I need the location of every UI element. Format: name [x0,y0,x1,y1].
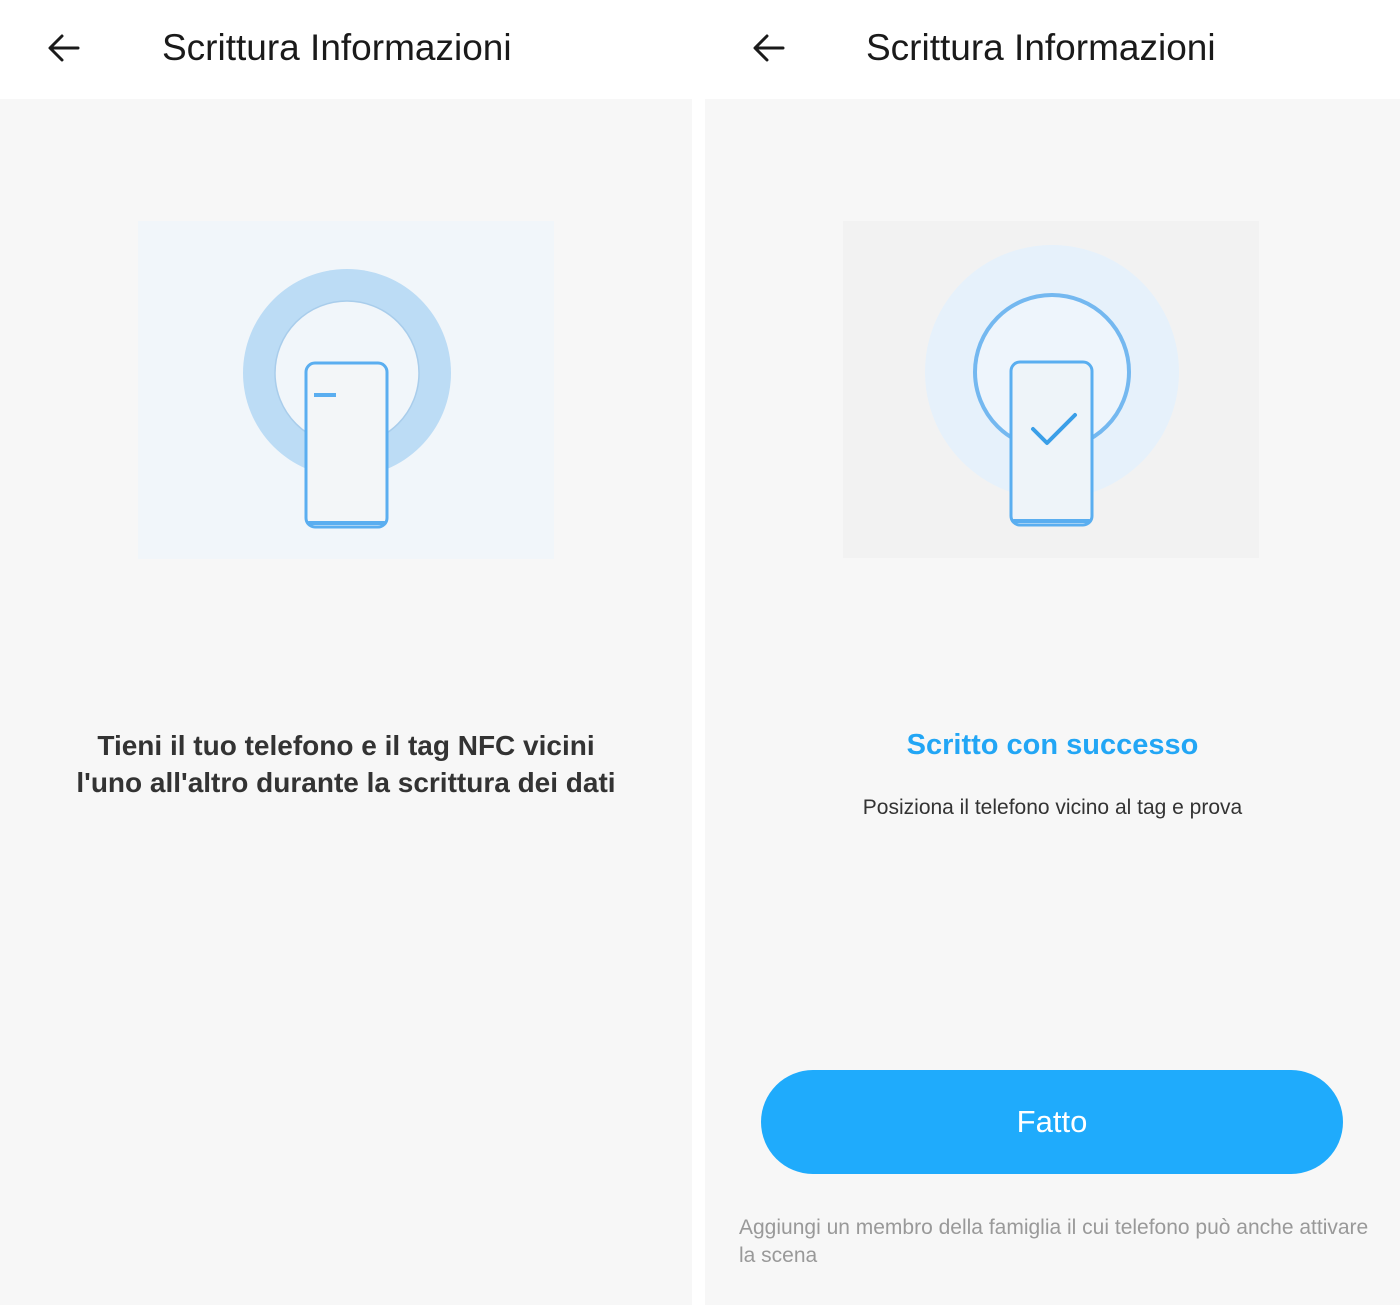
instruction-text: Tieni il tuo telefono e il tag NFC vicin… [76,730,616,798]
success-subtitle: Posiziona il telefono vicino al tag e pr… [862,796,1243,819]
content-area: Tieni il tuo telefono e il tag NFC vicin… [0,99,692,1305]
writing-screen: Scrittura Informazioni Tieni il tuo tele… [0,0,692,1305]
app-bar: Scrittura Informazioni [0,0,692,99]
back-button[interactable] [40,24,88,72]
app-bar: Scrittura Informazioni [705,0,1400,99]
page-title: Scrittura Informazioni [866,27,1216,68]
phone-icon [304,361,389,529]
success-title: Scritto con successo [906,729,1199,761]
nfc-writing-illustration [138,221,554,559]
arrow-left-icon [753,34,785,62]
success-screen: Scrittura Informazioni Scritto con succe… [705,0,1400,1305]
back-button[interactable] [745,24,793,72]
arrow-left-icon [48,34,80,62]
content-area: Scritto con successo Posiziona il telefo… [705,99,1400,1305]
done-button[interactable]: Fatto [761,1070,1343,1174]
nfc-success-illustration [843,221,1259,558]
family-member-hint: Aggiungi un membro della famiglia il cui… [739,1216,1369,1267]
page-title: Scrittura Informazioni [162,27,512,68]
phone-icon [1009,360,1094,527]
